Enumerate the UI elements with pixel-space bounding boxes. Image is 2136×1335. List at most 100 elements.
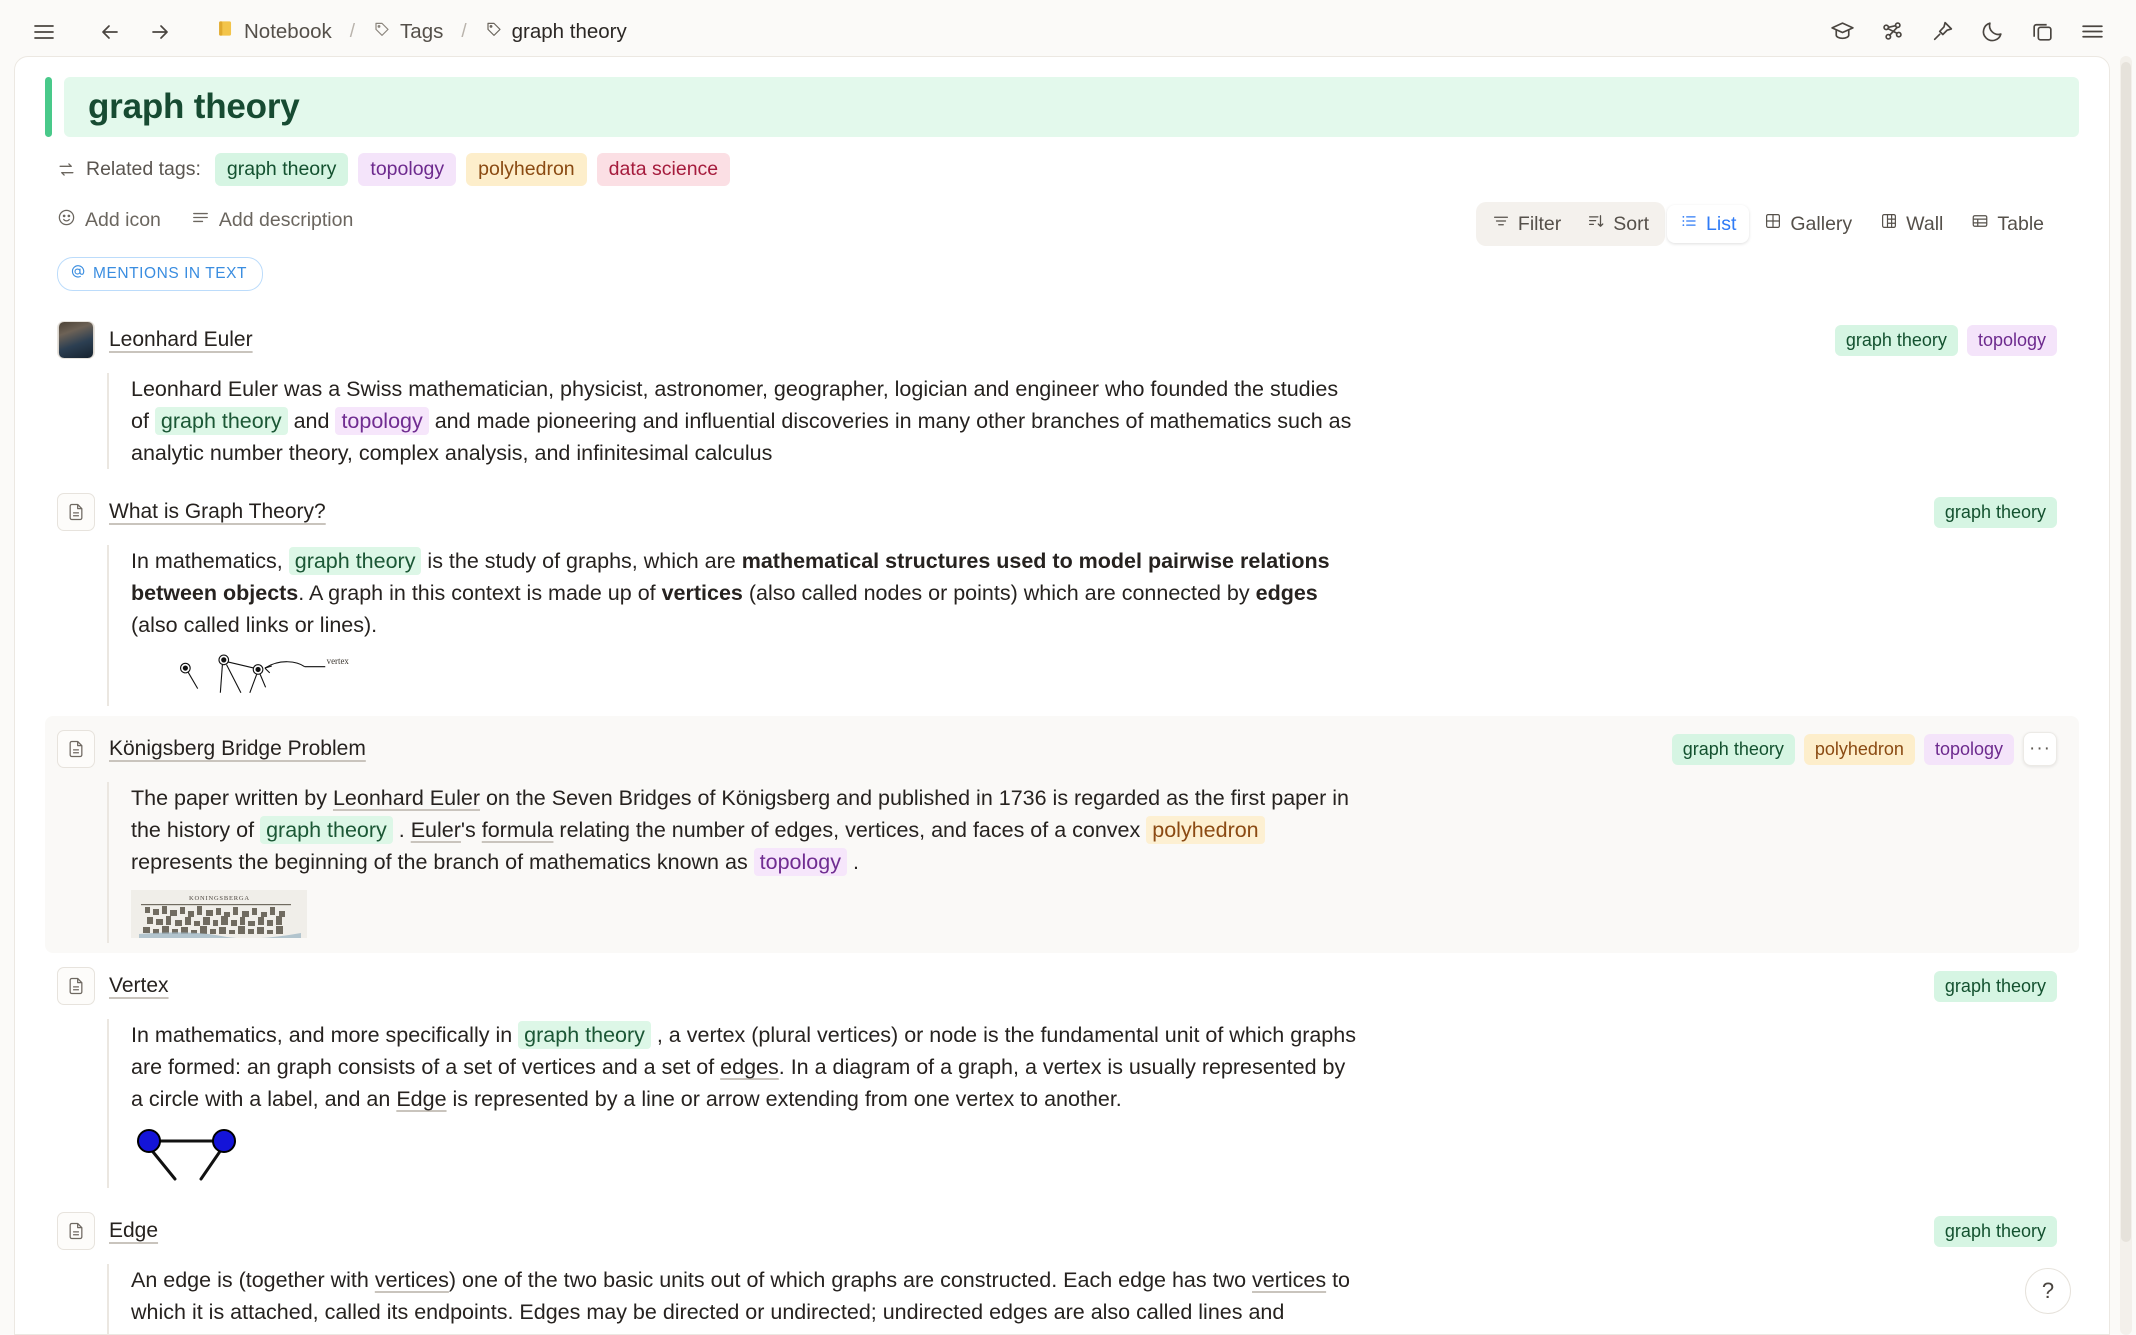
breadcrumb-item-graph-theory[interactable]: graph theory [477, 16, 635, 48]
tab-view-wall-label: Wall [1906, 212, 1944, 235]
table-icon [1971, 212, 1989, 236]
hamburger-icon[interactable] [22, 12, 66, 52]
add-icon-button[interactable]: Add icon [57, 208, 161, 233]
help-button[interactable]: ? [2025, 1268, 2071, 1314]
vertical-scrollbar[interactable] [2120, 56, 2132, 1335]
related-tag-data-science[interactable]: data science [596, 153, 731, 186]
filter-label: Filter [1517, 212, 1562, 235]
tab-view-wall[interactable]: Wall [1867, 205, 1956, 243]
entry-text: In mathematics, and more specifically in… [131, 1021, 1356, 1111]
scrollbar-thumb[interactable] [2121, 62, 2131, 1242]
related-tags-row: Related tags: graph theory topology poly… [57, 153, 2079, 186]
page-card: graph theory Related tags: graph theory … [14, 56, 2110, 1335]
lines-icon [191, 208, 210, 233]
entry-text: In mathematics, graph theory is the stud… [131, 547, 1330, 637]
moon-icon[interactable] [1970, 12, 2014, 52]
breadcrumb-label: graph theory [511, 19, 627, 43]
entry-tag[interactable]: graph theory [1933, 1215, 2057, 1247]
page-title-row: graph theory [45, 77, 2079, 137]
graph-vertex-diagram: vertex [131, 653, 2057, 706]
mentions-in-text-chip[interactable]: MENTIONS IN TEXT [57, 257, 264, 291]
related-tag-polyhedron[interactable]: polyhedron [466, 153, 587, 186]
entry-tag[interactable]: topology [1966, 324, 2057, 356]
page-title-box[interactable]: graph theory [64, 77, 2079, 137]
sort-button[interactable]: Sort [1574, 205, 1662, 243]
add-icon-label: Add icon [85, 209, 161, 231]
related-tags-label: Related tags: [86, 158, 201, 180]
list-item[interactable]: Vertex graph theory In mathematics, and … [45, 953, 2079, 1198]
graduation-cap-icon[interactable] [1820, 12, 1864, 52]
hamburger-menu-icon[interactable] [2070, 12, 2114, 52]
tab-view-table[interactable]: Table [1958, 205, 2057, 243]
mentions-chip-label: MENTIONS IN TEXT [93, 265, 248, 282]
view-toolbar: Filter Sort List Gallery Wall Table [1475, 202, 2057, 246]
engraving-caption: KONINGSBERGA [189, 895, 250, 902]
entry-title[interactable]: Königsberg Bridge Problem [109, 737, 366, 761]
euler-portrait-avatar [57, 321, 95, 359]
filter-button[interactable]: Filter [1479, 205, 1574, 243]
entry-tags: graph theory [1933, 1215, 2057, 1247]
swap-icon [57, 160, 76, 179]
sort-label: Sort [1613, 212, 1650, 235]
smiley-icon [57, 208, 76, 233]
breadcrumb-separator: / [461, 20, 467, 42]
wall-icon [1880, 212, 1898, 236]
blue-vertex-diagram [131, 1127, 2057, 1188]
tab-view-list-label: List [1706, 212, 1737, 235]
entry-tag[interactable]: graph theory [1671, 733, 1795, 765]
filter-sort-group: Filter Sort [1475, 202, 1666, 246]
top-bar: Notebook / Tags / graph theory [0, 0, 2136, 63]
entry-tag[interactable]: graph theory [1834, 324, 1958, 356]
arrow-left-icon[interactable] [88, 12, 132, 52]
graph-network-icon[interactable] [1870, 12, 1914, 52]
page-title: graph theory [88, 87, 300, 126]
breadcrumb-item-tags[interactable]: Tags [365, 16, 451, 48]
add-description-label: Add description [218, 209, 354, 231]
pin-icon[interactable] [1920, 12, 1964, 52]
list-item[interactable]: What is Graph Theory? graph theory In ma… [45, 479, 2079, 716]
entry-tags: graph theory [1933, 496, 2057, 528]
entry-text: Leonhard Euler was a Swiss mathematician… [131, 377, 1352, 465]
tab-view-gallery-label: Gallery [1790, 212, 1853, 235]
tag-icon [485, 20, 503, 44]
list-item[interactable]: Königsberg Bridge Problem graph theory p… [45, 716, 2079, 953]
document-icon [57, 730, 95, 768]
meta-actions-row: Add icon Add description Filter Sort Lis… [57, 202, 2079, 246]
grid-icon [1764, 212, 1782, 236]
list-item[interactable]: Leonhard Euler graph theory topology Leo… [45, 307, 2079, 479]
koningsberga-engraving: KONINGSBERGA [131, 890, 2057, 943]
title-accent-bar [45, 77, 52, 137]
related-tag-graph-theory[interactable]: graph theory [214, 153, 349, 186]
notebook-icon [216, 19, 235, 44]
copy-layers-icon[interactable] [2020, 12, 2064, 52]
add-description-button[interactable]: Add description [191, 208, 353, 233]
entry-tags: graph theory polyhedron topology ··· [1671, 732, 2057, 766]
breadcrumb: Notebook / Tags / graph theory [208, 15, 635, 48]
filter-icon [1492, 212, 1510, 236]
list-item[interactable]: Edge graph theory An edge is (together w… [45, 1198, 2079, 1334]
entry-tag[interactable]: graph theory [1933, 496, 2057, 528]
entry-title[interactable]: Leonhard Euler [109, 328, 253, 352]
tag-icon [373, 20, 391, 44]
entry-tags: graph theory [1933, 970, 2057, 1002]
entry-title[interactable]: Vertex [109, 974, 169, 998]
entry-tag[interactable]: topology [1923, 733, 2014, 765]
at-icon [70, 264, 85, 284]
arrow-right-icon[interactable] [138, 12, 182, 52]
related-tag-topology[interactable]: topology [358, 153, 457, 186]
sort-icon [1587, 212, 1605, 236]
breadcrumb-label: Notebook [244, 19, 332, 43]
document-icon [57, 493, 95, 531]
more-options-button[interactable]: ··· [2023, 732, 2057, 766]
entries-list: Leonhard Euler graph theory topology Leo… [45, 307, 2079, 1334]
tab-view-gallery[interactable]: Gallery [1751, 205, 1865, 243]
entry-title[interactable]: What is Graph Theory? [109, 500, 326, 524]
entry-tag[interactable]: polyhedron [1803, 733, 1915, 765]
tab-view-list[interactable]: List [1667, 205, 1750, 243]
entry-text: An edge is (together with vertices) one … [131, 1268, 1351, 1334]
list-icon [1680, 212, 1698, 236]
entry-title[interactable]: Edge [109, 1219, 158, 1243]
breadcrumb-label: Tags [400, 19, 444, 43]
breadcrumb-item-notebook[interactable]: Notebook [208, 15, 340, 48]
entry-tag[interactable]: graph theory [1933, 970, 2057, 1002]
